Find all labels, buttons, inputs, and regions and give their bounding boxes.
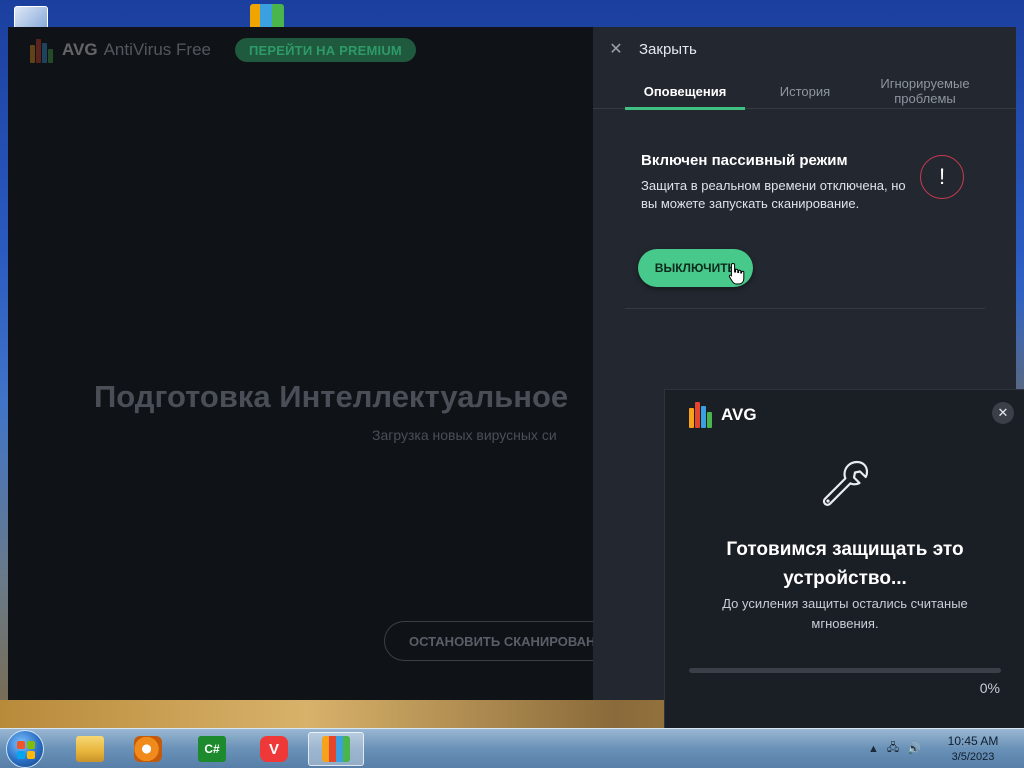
toast-avg-logo-icon [689, 402, 717, 428]
system-tray: ▲ 🖧 🔊 [868, 739, 921, 758]
taskbar-media-player[interactable] [120, 732, 176, 766]
toast-close-icon[interactable]: ✕ [992, 402, 1014, 424]
avg-brand: AVG [62, 40, 98, 59]
close-icon[interactable]: ✕ [605, 38, 627, 60]
notification-title: Включен пассивный режим [641, 152, 848, 169]
show-hidden-icons-icon[interactable]: ▲ [868, 743, 879, 755]
progress-label: 0% [979, 680, 1000, 696]
avg-logo: AVG AntiVirus Free [30, 37, 211, 63]
panel-tabs: Оповещения История Игнорируемые проблемы [593, 73, 1016, 110]
taskbar-avg[interactable] [308, 732, 364, 766]
vivaldi-icon: V [260, 736, 288, 762]
avg-icon [322, 736, 350, 762]
avg-logo-icon [30, 37, 56, 63]
windows-logo-icon [17, 741, 35, 759]
warning-icon: ! [920, 155, 964, 199]
csharp-icon: C# [198, 736, 226, 762]
start-button[interactable] [6, 730, 44, 768]
taskbar-csharp[interactable]: C# [184, 732, 240, 766]
clock[interactable]: 10:45 AM 3/5/2023 [936, 733, 1010, 765]
close-label[interactable]: Закрыть [639, 41, 697, 58]
toast-logo: AVG [689, 402, 757, 428]
panel-divider [625, 308, 985, 309]
taskbar-explorer[interactable] [62, 732, 118, 766]
tab-notifications[interactable]: Оповещения [625, 73, 745, 110]
hand-cursor-icon [728, 262, 745, 285]
scan-subtitle: Загрузка новых вирусных си [372, 427, 557, 443]
avg-product-name: AntiVirus Free [103, 40, 211, 59]
toast-title: Готовимся защищать это устройство... [726, 539, 964, 589]
notification-card: Включен пассивный режим Защита в реально… [641, 152, 911, 213]
media-player-icon [134, 736, 162, 762]
premium-button[interactable]: ПЕРЕЙТИ НА PREMIUM [234, 38, 416, 62]
taskbar: C# V ▲ 🖧 🔊 10:45 AM 3/5/2023 [0, 728, 1024, 768]
toast-brand: AVG [721, 405, 757, 424]
tab-ignored-issues[interactable]: Игнорируемые проблемы [863, 73, 987, 109]
tab-history[interactable]: История [759, 73, 851, 109]
avg-toast: AVG ✕ Готовимся защищать это устройство.… [664, 389, 1024, 728]
network-icon[interactable]: 🖧 [887, 739, 899, 758]
taskbar-vivaldi[interactable]: V [246, 732, 302, 766]
clock-time: 10:45 AM [947, 734, 999, 748]
volume-icon[interactable]: 🔊 [907, 742, 921, 755]
progress-bar [689, 668, 1001, 673]
scan-title: Подготовка Интеллектуальное [94, 379, 569, 414]
stop-scan-button[interactable]: ОСТАНОВИТЬ СКАНИРОВАН [384, 621, 598, 661]
toast-text: До усиления защиты остались считаные мгн… [722, 596, 968, 631]
panel-header: ✕ Закрыть [593, 27, 1016, 71]
wrench-icon [822, 460, 869, 506]
explorer-icon [76, 736, 104, 762]
notification-text: Защита в реальном времени отключена, но … [641, 178, 906, 211]
clock-date: 3/5/2023 [951, 751, 995, 763]
avg-header: AVG AntiVirus Free ПЕРЕЙТИ НА PREMIUM [8, 27, 598, 73]
